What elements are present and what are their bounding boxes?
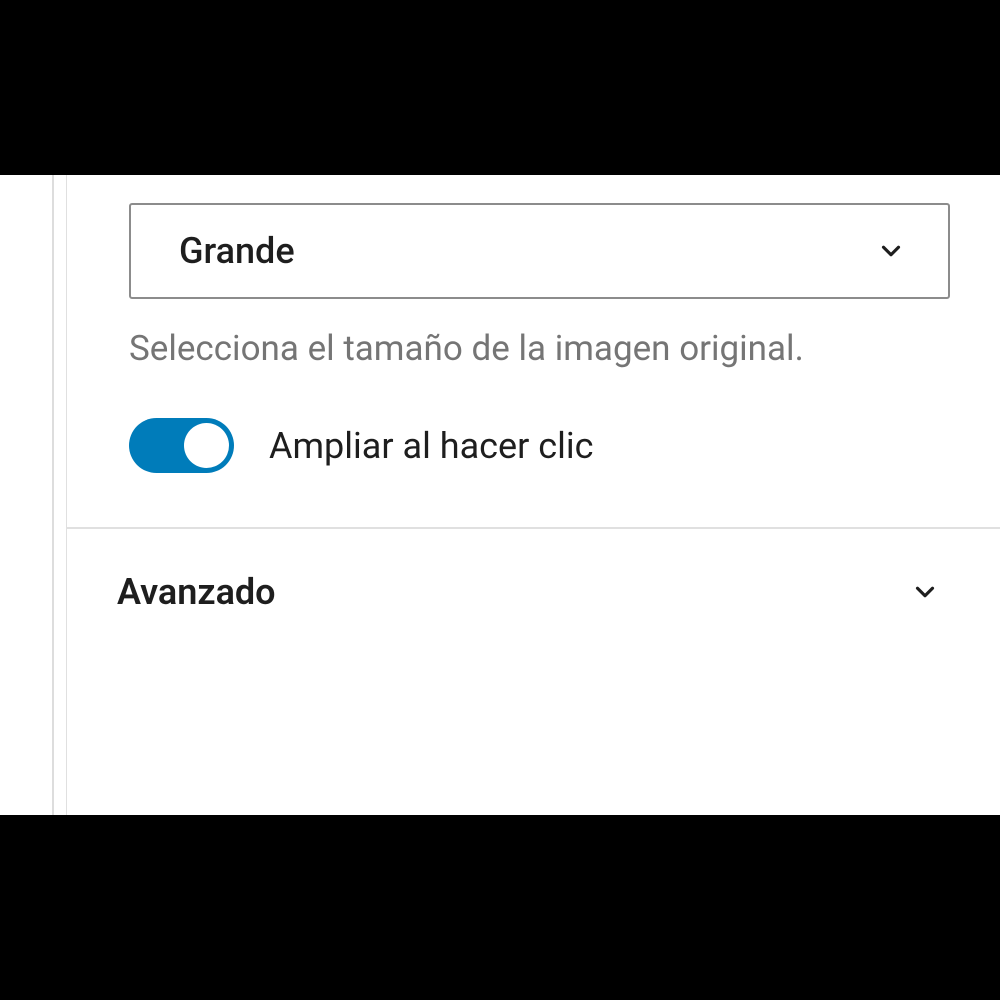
- toggle-thumb: [184, 423, 229, 468]
- chevron-down-icon: [874, 234, 908, 268]
- select-value-label: Grande: [179, 230, 295, 272]
- advanced-section-header[interactable]: Avanzado: [129, 529, 950, 655]
- expand-on-click-row: Ampliar al hacer clic: [129, 418, 950, 473]
- left-gutter: [0, 175, 67, 815]
- advanced-section-title: Avanzado: [117, 571, 276, 613]
- expand-on-click-label: Ampliar al hacer clic: [269, 425, 593, 467]
- settings-panel: Grande Selecciona el tamaño de la imagen…: [67, 175, 1000, 815]
- image-size-select[interactable]: Grande: [129, 203, 950, 299]
- expand-on-click-toggle[interactable]: [129, 418, 234, 473]
- settings-panel-viewport: Grande Selecciona el tamaño de la imagen…: [0, 175, 1000, 815]
- chevron-down-icon: [908, 575, 942, 609]
- image-size-help-text: Selecciona el tamaño de la imagen origin…: [129, 325, 950, 372]
